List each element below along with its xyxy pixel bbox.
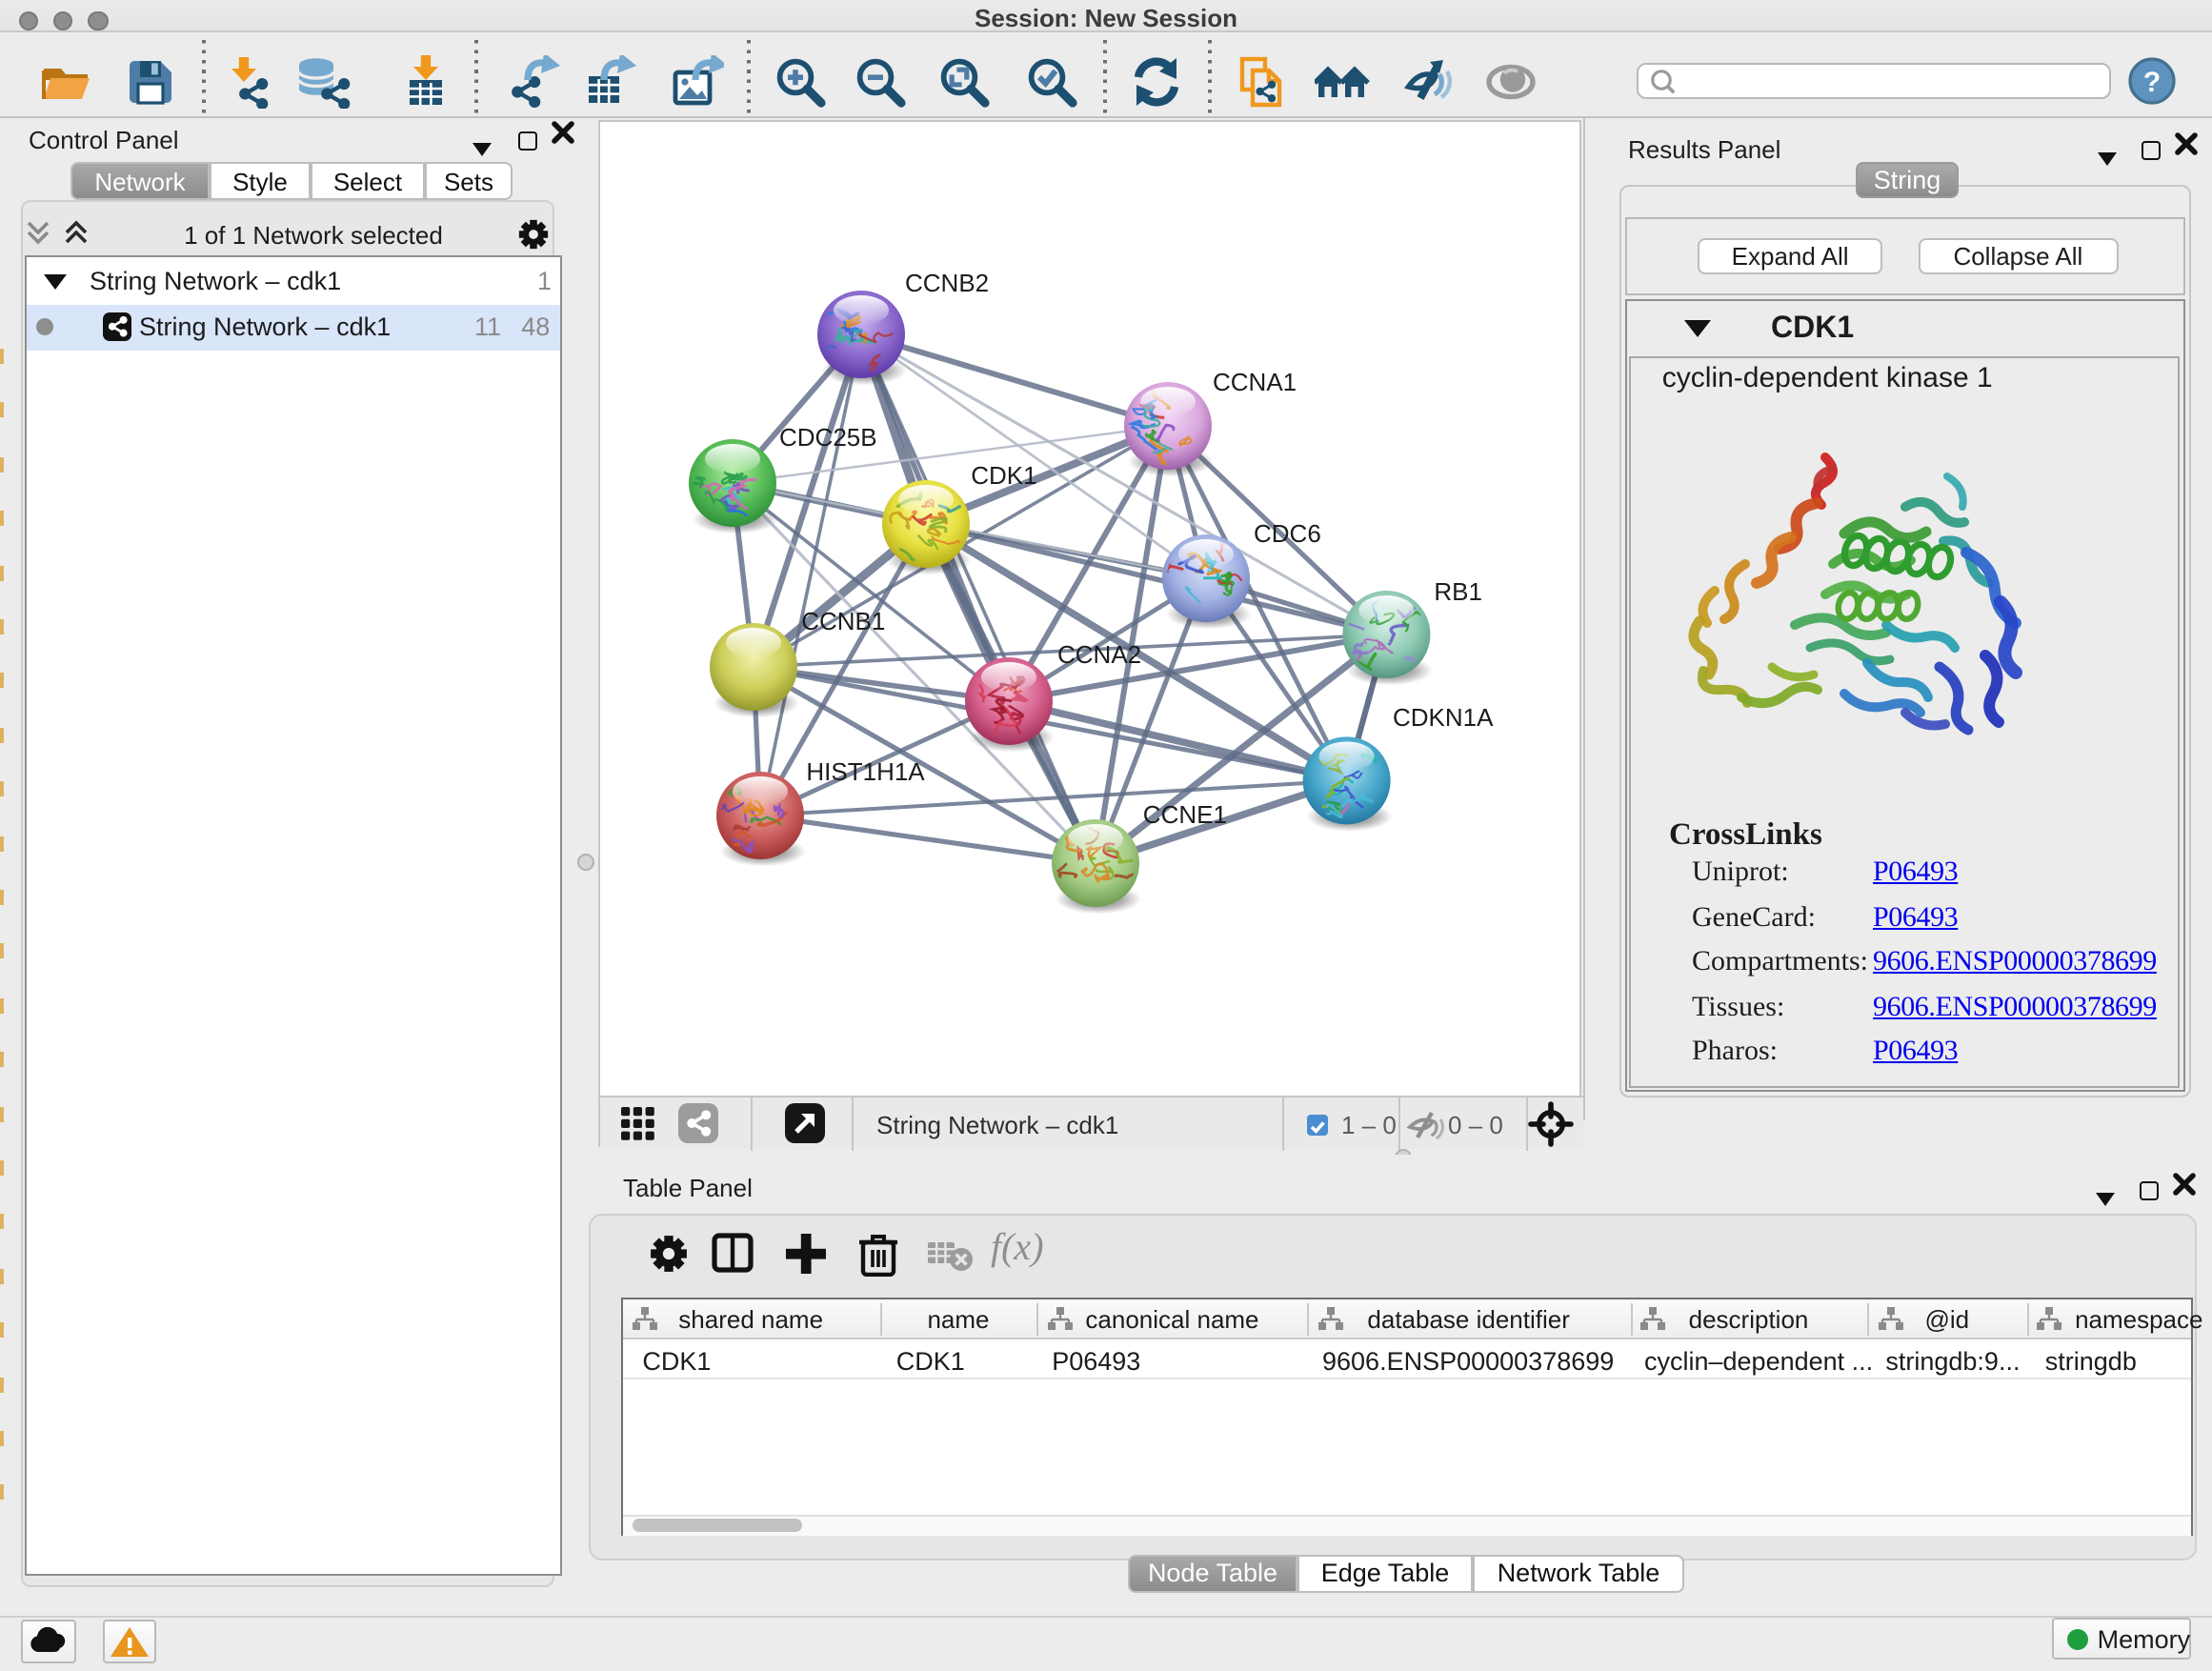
svg-text:CCNA2: CCNA2	[1057, 639, 1141, 668]
svg-text:CDC6: CDC6	[1254, 518, 1321, 547]
svg-text:CCNB2: CCNB2	[905, 268, 989, 296]
svg-text:CCNB1: CCNB1	[801, 606, 885, 634]
svg-text:RB1: RB1	[1434, 576, 1482, 605]
svg-text:CDK1: CDK1	[971, 460, 1036, 489]
svg-text:CDKN1A: CDKN1A	[1393, 702, 1494, 731]
svg-text:CDC25B: CDC25B	[779, 422, 877, 451]
svg-text:HIST1H1A: HIST1H1A	[806, 756, 925, 785]
svg-text:?: ?	[2143, 67, 2161, 98]
svg-text:CCNA1: CCNA1	[1213, 367, 1297, 395]
svg-text:CCNE1: CCNE1	[1143, 799, 1227, 828]
